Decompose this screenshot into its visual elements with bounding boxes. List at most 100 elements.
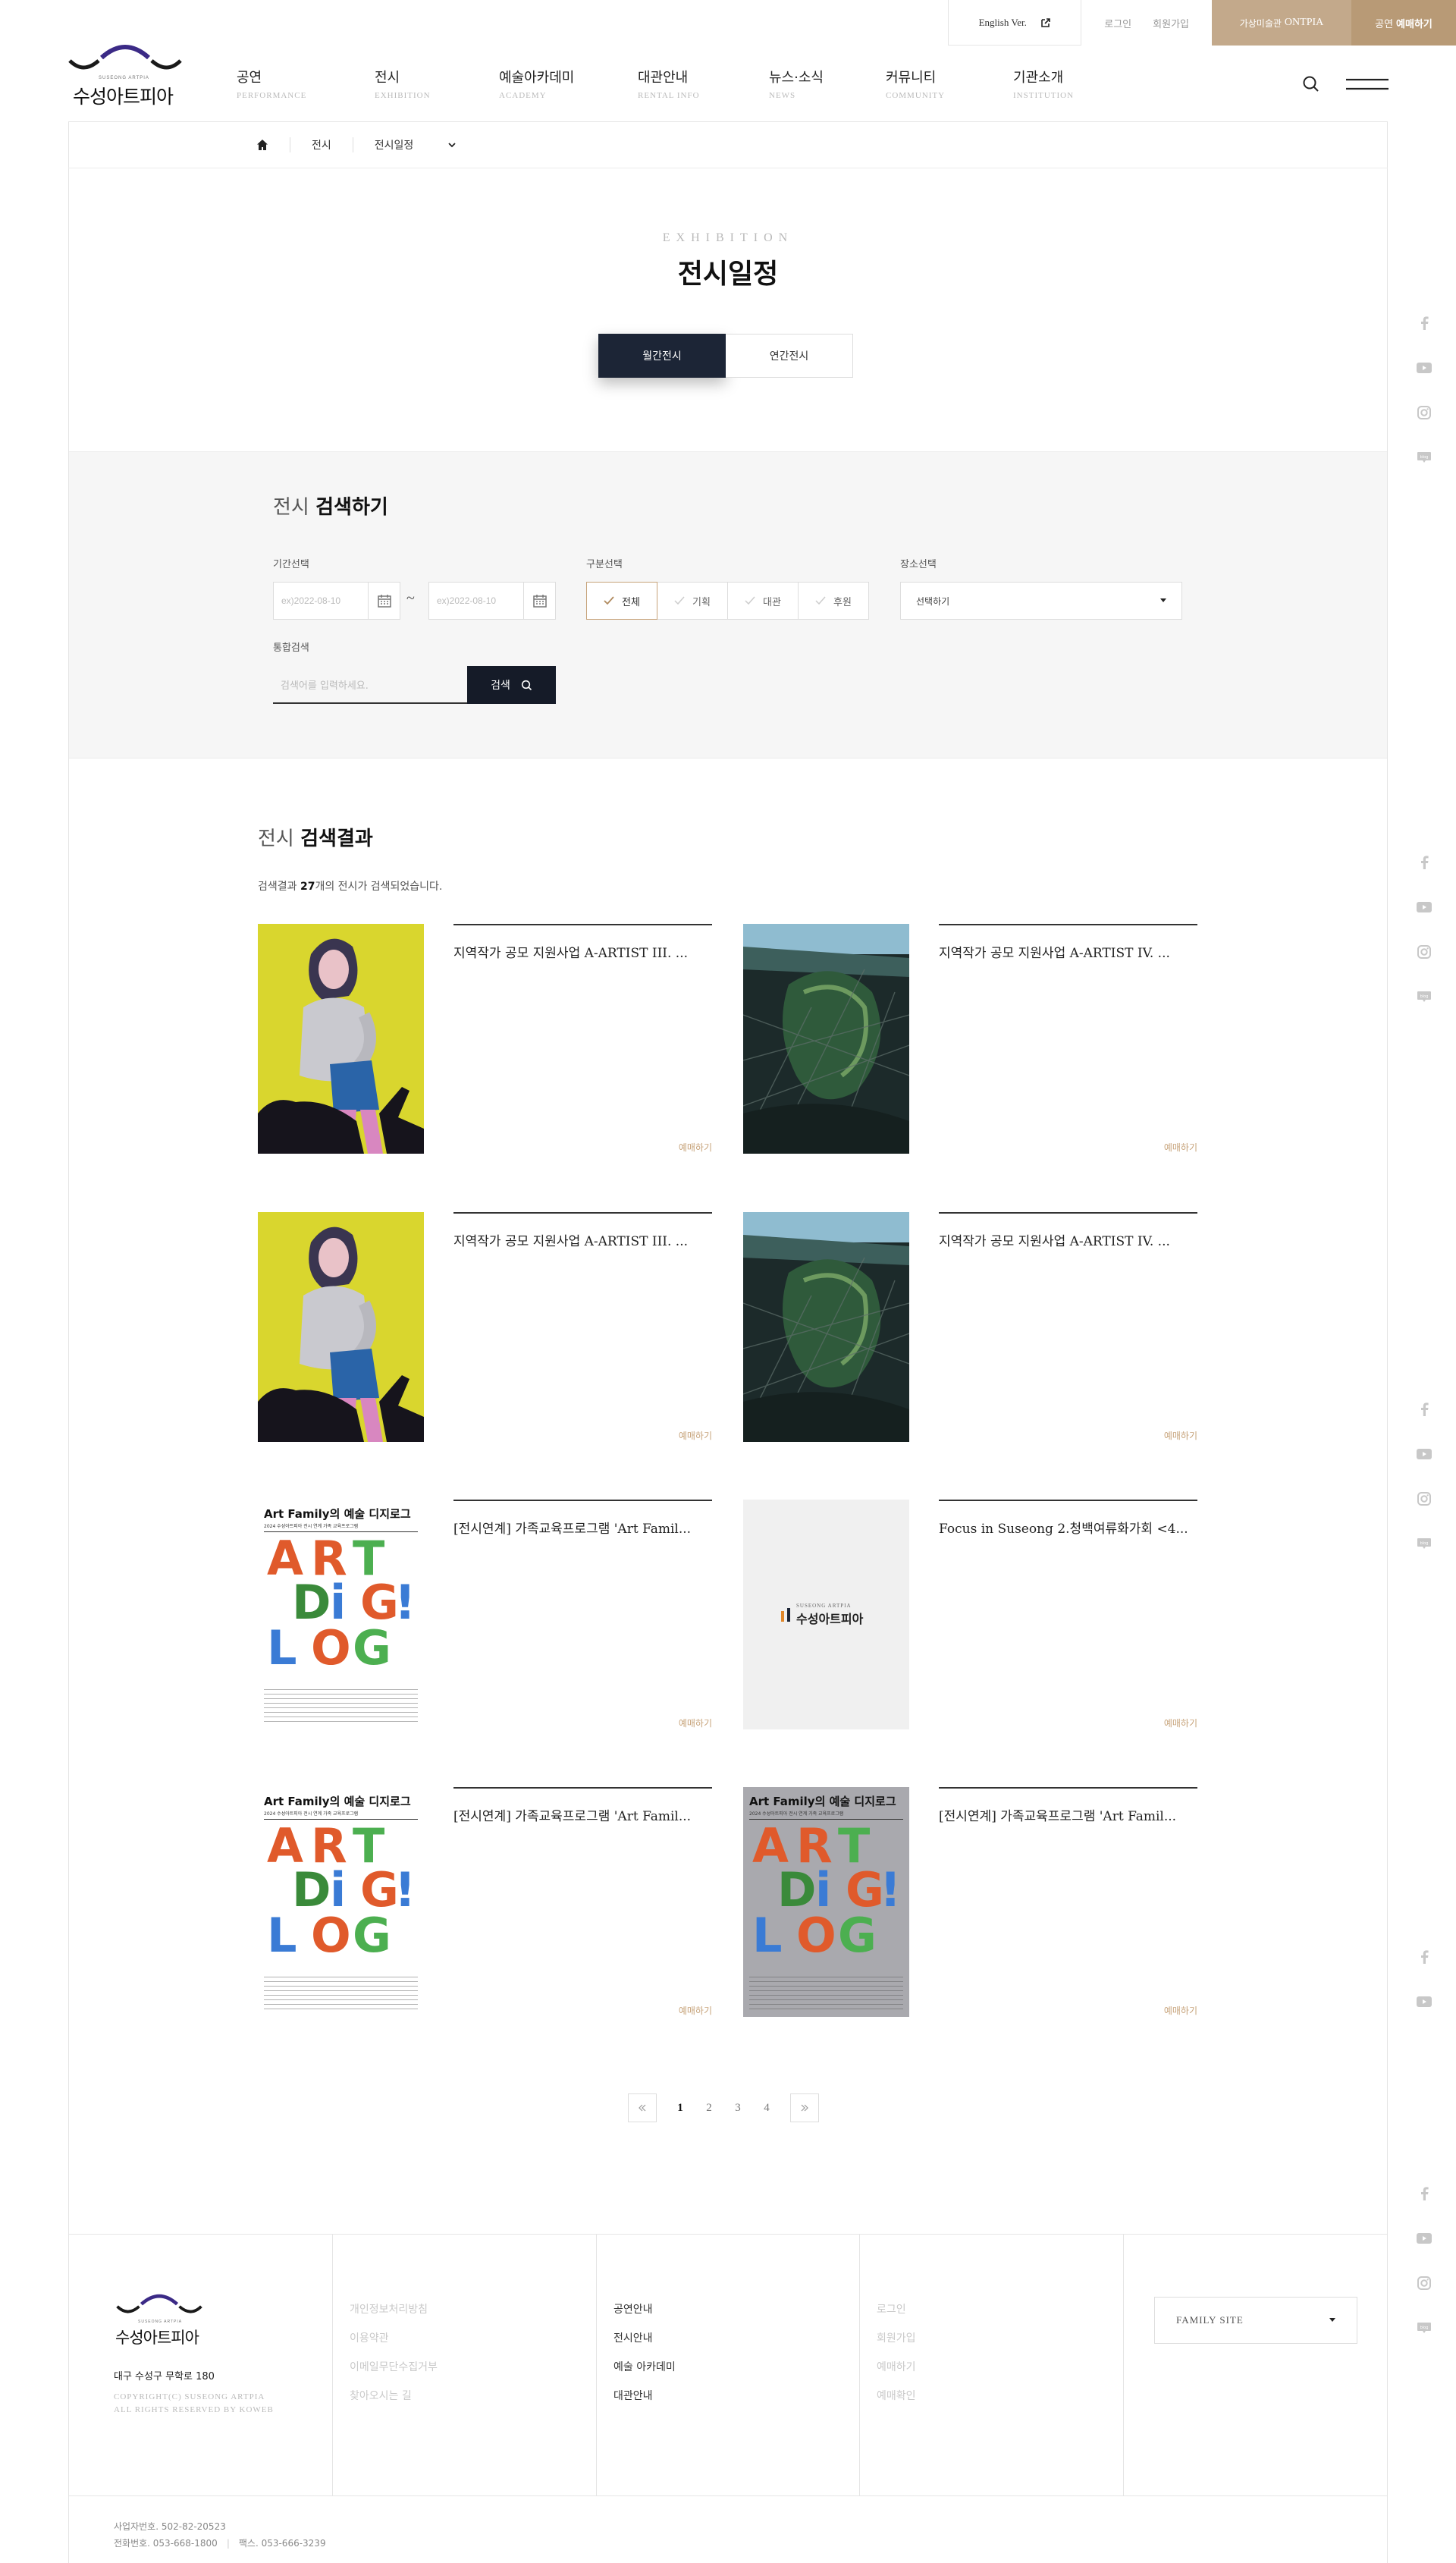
keyword-search-input[interactable]: 검색어를 입력하세요. [273, 666, 467, 704]
login-link[interactable]: 로그인 [1104, 16, 1131, 30]
exhibition-thumbnail[interactable] [743, 924, 909, 1154]
exhibition-card[interactable]: Art Family의 예술 디지로그 2024 수성아트피아 전시 연계 가족 … [258, 1500, 728, 1729]
type-checkbox-all[interactable]: 전체 [586, 582, 657, 620]
exhibition-thumbnail[interactable]: Art Family의 예술 디지로그 2024 수성아트피아 전시 연계 가족 … [743, 1787, 909, 2017]
nav-item-exhibition[interactable]: 전시 EXHIBITION [375, 67, 499, 100]
breadcrumb-level1[interactable]: 전시 [312, 137, 331, 152]
type-checkbox-sponsor[interactable]: 후원 [798, 582, 869, 620]
exhibition-title[interactable]: [전시연계] 가족교육프로그램 'Art Famil... [939, 1805, 1197, 1824]
footer-link[interactable]: 공연안내 [613, 2295, 676, 2324]
nav-item-rental[interactable]: 대관안내 RENTAL INFO [638, 67, 769, 100]
type-checkbox-planned[interactable]: 기획 [657, 582, 728, 620]
tab-annual[interactable]: 연간전시 [726, 334, 853, 378]
facebook-link[interactable] [1414, 2185, 1435, 2206]
page-number[interactable]: 2 [695, 2093, 723, 2122]
tab-monthly[interactable]: 월간전시 [598, 334, 726, 378]
footer-link[interactable]: 찾아오시는 길 [350, 2382, 438, 2411]
youtube-link[interactable] [1414, 898, 1435, 919]
youtube-link[interactable] [1414, 359, 1435, 380]
nav-item-news[interactable]: 뉴스·소식 NEWS [769, 67, 886, 100]
join-link[interactable]: 회원가입 [1153, 16, 1189, 30]
exhibition-card[interactable]: 지역작가 공모 지원사업 A-ARTIST IV. ... 예매하기 [743, 1212, 1213, 1442]
footer-link[interactable]: 이메일무단수집거부 [350, 2353, 438, 2382]
nav-item-institution[interactable]: 기관소개 INSTITUTION [1013, 67, 1134, 100]
exhibition-card[interactable]: Art Family의 예술 디지로그 2024 수성아트피아 전시 연계 가족 … [743, 1787, 1213, 2017]
exhibition-thumbnail[interactable] [743, 1212, 909, 1442]
reserve-link[interactable]: 예매하기 [679, 1717, 712, 1729]
breadcrumb-level2[interactable]: 전시일정 [375, 137, 414, 152]
exhibition-thumbnail[interactable] [258, 1212, 424, 1442]
chevron-down-icon[interactable] [447, 140, 457, 150]
page-number[interactable]: 4 [752, 2093, 781, 2122]
footer-link[interactable]: 로그인 [877, 2295, 916, 2324]
family-site-select[interactable]: FAMILY SITE [1154, 2297, 1357, 2344]
facebook-link[interactable] [1414, 853, 1435, 875]
page-number[interactable]: 3 [723, 2093, 752, 2122]
facebook-link[interactable] [1414, 1948, 1435, 1969]
footer-link[interactable]: 개인정보처리방침 [350, 2295, 438, 2324]
facebook-link[interactable] [1414, 314, 1435, 335]
ticket-reserve-button[interactable]: 공연 예매하기 [1351, 0, 1456, 46]
blog-link[interactable]: blog [1414, 2319, 1435, 2340]
exhibition-title[interactable]: Focus in Suseong 2.청백여류화가회 <4... [939, 1518, 1197, 1537]
blog-link[interactable]: blog [1414, 988, 1435, 1009]
exhibition-card[interactable]: 지역작가 공모 지원사업 A-ARTIST III. ... 예매하기 [258, 924, 728, 1154]
instagram-link[interactable] [1414, 1490, 1435, 1511]
exhibition-thumbnail[interactable]: SUSEONG ARTPIA 수성아트피아 [743, 1500, 909, 1729]
instagram-link[interactable] [1414, 943, 1435, 964]
footer-link[interactable]: 대관안내 [613, 2382, 676, 2411]
nav-item-academy[interactable]: 예술아카데미 ACADEMY [499, 67, 638, 100]
instagram-link[interactable] [1414, 404, 1435, 425]
instagram-link[interactable] [1414, 2274, 1435, 2295]
reserve-link[interactable]: 예매하기 [679, 1429, 712, 1442]
site-logo[interactable]: SUSEONG ARTPIA 수성아트피아 [68, 38, 182, 110]
exhibition-title[interactable]: [전시연계] 가족교육프로그램 'Art Famil... [453, 1805, 712, 1824]
blog-link[interactable]: blog [1414, 1534, 1435, 1556]
reserve-link[interactable]: 예매하기 [1164, 1429, 1197, 1442]
reserve-link[interactable]: 예매하기 [679, 2004, 712, 2017]
date-from-field[interactable]: ex)2022-08-10 [273, 582, 400, 620]
footer-logo[interactable]: SUSEONG ARTPIA 수성아트피아 [112, 2289, 206, 2350]
english-version-link[interactable]: English Ver. [948, 0, 1082, 46]
exhibition-thumbnail[interactable]: Art Family의 예술 디지로그 2024 수성아트피아 전시 연계 가족 … [258, 1787, 424, 2017]
blog-link[interactable]: blog [1414, 448, 1435, 470]
youtube-link[interactable] [1414, 1993, 1435, 2014]
exhibition-thumbnail[interactable]: Art Family의 예술 디지로그 2024 수성아트피아 전시 연계 가족 … [258, 1500, 424, 1729]
hamburger-menu-button[interactable] [1346, 76, 1389, 93]
exhibition-title[interactable]: 지역작가 공모 지원사업 A-ARTIST IV. ... [939, 1230, 1197, 1249]
last-page-button[interactable] [790, 2093, 819, 2122]
home-icon[interactable] [256, 139, 268, 151]
exhibition-card[interactable]: 지역작가 공모 지원사업 A-ARTIST III. ... 예매하기 [258, 1212, 728, 1442]
footer-link[interactable]: 이용약관 [350, 2324, 438, 2353]
reserve-link[interactable]: 예매하기 [1164, 1717, 1197, 1729]
date-from-calendar-button[interactable] [368, 583, 400, 619]
exhibition-title[interactable]: 지역작가 공모 지원사업 A-ARTIST IV. ... [939, 942, 1197, 961]
exhibition-card[interactable]: Art Family의 예술 디지로그 2024 수성아트피아 전시 연계 가족 … [258, 1787, 728, 2017]
page-number[interactable]: 1 [666, 2093, 695, 2122]
date-to-calendar-button[interactable] [523, 583, 555, 619]
exhibition-card[interactable]: SUSEONG ARTPIA 수성아트피아 Focus in Suseong 2.청… [743, 1500, 1213, 1729]
exhibition-title[interactable]: [전시연계] 가족교육프로그램 'Art Famil... [453, 1518, 712, 1537]
date-to-field[interactable]: ex)2022-08-10 [428, 582, 556, 620]
youtube-link[interactable] [1414, 2229, 1435, 2250]
first-page-button[interactable] [628, 2093, 657, 2122]
reserve-link[interactable]: 예매하기 [1164, 1141, 1197, 1154]
search-submit-button[interactable]: 검색 [467, 666, 556, 704]
type-checkbox-rental[interactable]: 대관 [727, 582, 799, 620]
footer-link[interactable]: 예술 아카데미 [613, 2353, 676, 2382]
header-search-button[interactable] [1301, 74, 1321, 94]
footer-link[interactable]: 회원가입 [877, 2324, 916, 2353]
nav-item-performance[interactable]: 공연 PERFORMANCE [237, 67, 375, 100]
youtube-link[interactable] [1414, 1445, 1435, 1466]
footer-link[interactable]: 예매확인 [877, 2382, 916, 2411]
reserve-link[interactable]: 예매하기 [1164, 2004, 1197, 2017]
exhibition-title[interactable]: 지역작가 공모 지원사업 A-ARTIST III. ... [453, 942, 712, 961]
exhibition-card[interactable]: 지역작가 공모 지원사업 A-ARTIST IV. ... 예매하기 [743, 924, 1213, 1154]
footer-link[interactable]: 전시안내 [613, 2324, 676, 2353]
nav-item-community[interactable]: 커뮤니티 COMMUNITY [886, 67, 1013, 100]
footer-link[interactable]: 예매하기 [877, 2353, 916, 2382]
exhibition-thumbnail[interactable] [258, 924, 424, 1154]
facebook-link[interactable] [1414, 1400, 1435, 1421]
exhibition-title[interactable]: 지역작가 공모 지원사업 A-ARTIST III. ... [453, 1230, 712, 1249]
place-select[interactable]: 선택하기 [900, 582, 1182, 620]
